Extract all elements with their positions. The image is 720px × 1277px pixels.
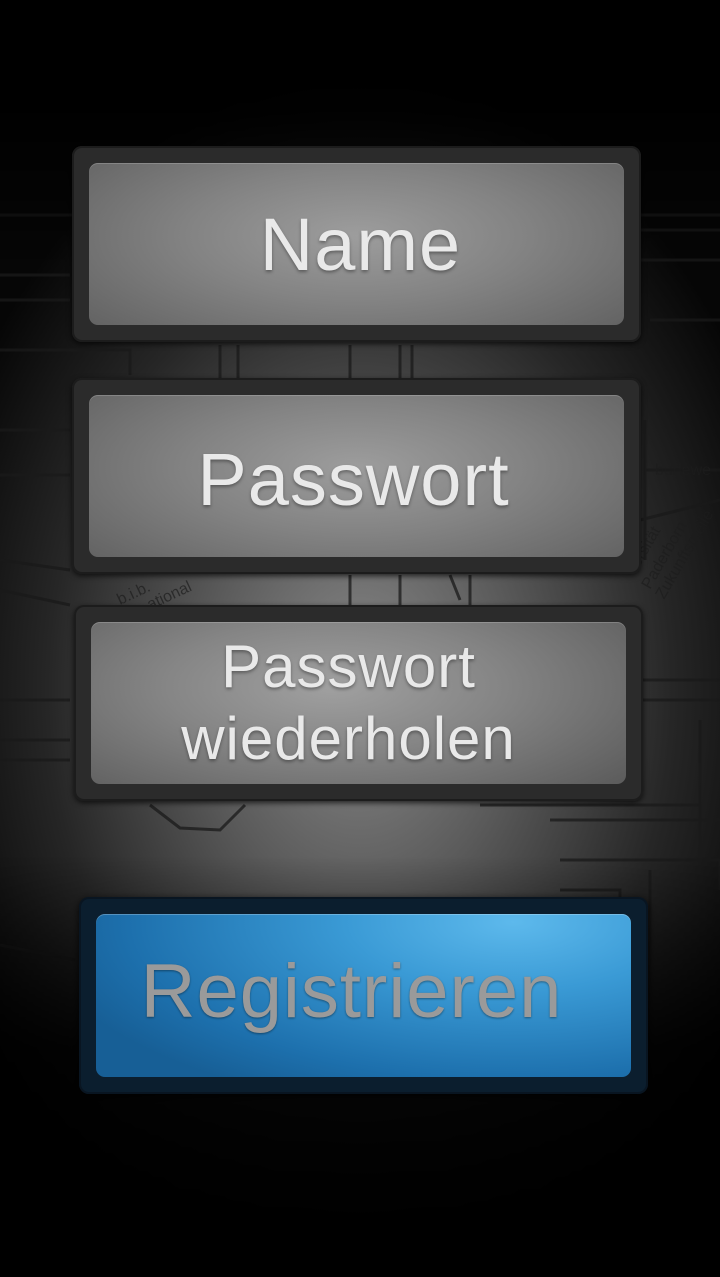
- password-repeat-field-frame: Passwort wiederholen: [74, 605, 643, 801]
- name-input-placeholder: Name: [259, 202, 462, 286]
- name-input[interactable]: Name: [89, 163, 624, 325]
- password-repeat-input[interactable]: Passwort wiederholen: [91, 622, 626, 784]
- register-button-label: Registrieren: [140, 949, 563, 1034]
- register-button-frame: Registrieren: [79, 897, 648, 1094]
- name-field-frame: Name: [72, 146, 641, 342]
- password-input-placeholder: Passwort: [197, 437, 510, 521]
- svg-text:burlewe: burlewe: [655, 462, 711, 479]
- password-repeat-input-placeholder: Passwort wiederholen: [181, 633, 516, 772]
- registration-screen: b.i.b. ational burlewe versität Paderbor…: [0, 0, 720, 1277]
- password-field-frame: Passwort: [72, 378, 641, 574]
- password-input[interactable]: Passwort: [89, 395, 624, 557]
- register-button[interactable]: Registrieren: [96, 914, 631, 1077]
